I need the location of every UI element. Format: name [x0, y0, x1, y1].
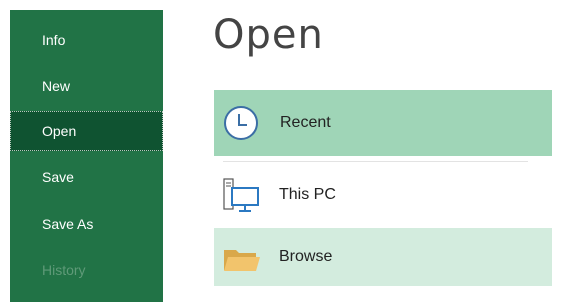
- location-label: Recent: [280, 114, 331, 131]
- nav-item-info[interactable]: Info: [10, 20, 163, 60]
- nav-item-new[interactable]: New: [10, 66, 163, 106]
- nav-item-label: History: [42, 262, 86, 278]
- nav-item-label: New: [42, 78, 71, 94]
- nav-item-save[interactable]: Save: [10, 157, 163, 197]
- location-this-pc[interactable]: This PC: [214, 166, 552, 224]
- clock-icon: [222, 104, 260, 147]
- page-title: Open: [213, 12, 324, 58]
- divider: [223, 161, 528, 162]
- location-recent[interactable]: Recent: [214, 90, 552, 156]
- location-label: Browse: [279, 248, 333, 265]
- location-browse[interactable]: Browse: [214, 228, 552, 286]
- open-panel: Open Recent This PC Browse: [163, 10, 552, 302]
- location-label: This PC: [279, 186, 336, 203]
- nav-item-save-as[interactable]: Save As: [10, 204, 163, 244]
- folder-icon: [222, 244, 262, 279]
- nav-item-label: Open: [42, 123, 77, 139]
- nav-item-label: Save As: [42, 216, 94, 232]
- nav-item-open[interactable]: Open: [10, 111, 163, 151]
- computer-icon: [222, 178, 262, 219]
- nav-item-label: Info: [42, 32, 66, 48]
- nav-item-label: Save: [42, 169, 74, 185]
- nav-item-history: History: [10, 250, 163, 290]
- backstage-sidebar: Info New Open Save Save As History: [10, 10, 163, 302]
